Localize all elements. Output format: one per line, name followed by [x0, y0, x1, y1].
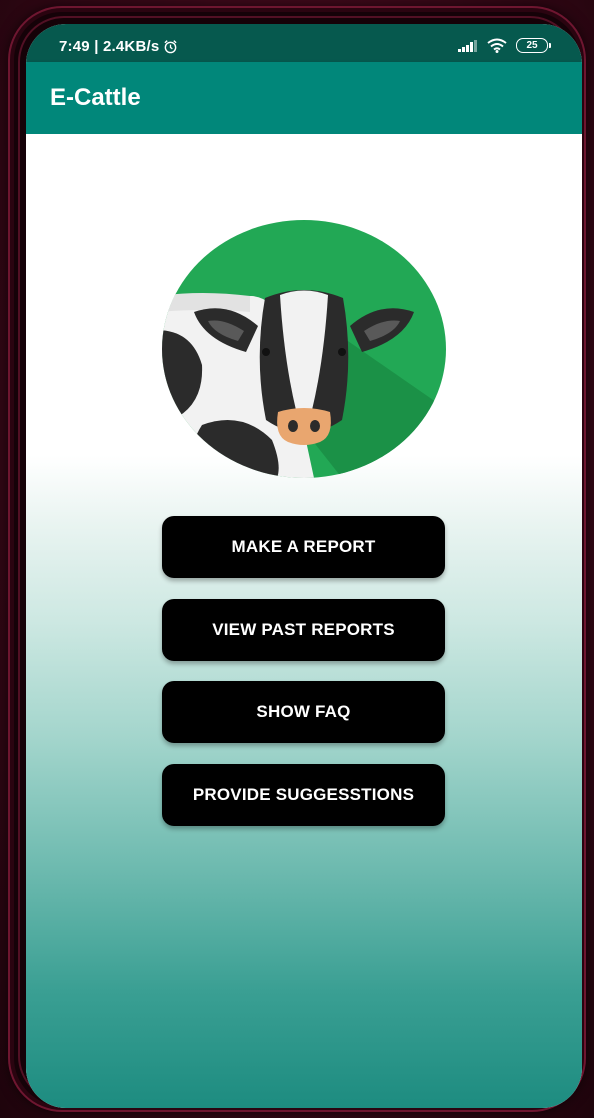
battery-level: 25 — [526, 40, 538, 51]
status-bar: 7:49 | 2.4KB/s 25 — [26, 24, 582, 62]
battery-icon: 25 — [516, 38, 551, 53]
cow-logo-icon — [162, 220, 446, 478]
view-past-reports-button[interactable]: VIEW PAST REPORTS — [162, 599, 445, 661]
app-title: E-Cattle — [50, 84, 141, 111]
show-faq-button[interactable]: SHOW FAQ — [162, 681, 445, 743]
app-bar: E-Cattle — [26, 62, 582, 134]
main-content: MAKE A REPORT VIEW PAST REPORTS SHOW FAQ… — [26, 134, 582, 1108]
phone-screen: 7:49 | 2.4KB/s 25 E-Cattle MAKE A REPORT… — [26, 24, 582, 1108]
status-time-speed: 7:49 | 2.4KB/s — [59, 38, 160, 55]
status-right: 25 — [458, 38, 551, 53]
signal-icon — [458, 39, 478, 52]
alarm-icon — [163, 39, 178, 54]
wifi-icon — [487, 38, 507, 53]
make-report-button[interactable]: MAKE A REPORT — [162, 516, 445, 578]
provide-suggestions-button[interactable]: PROVIDE SUGGESSTIONS — [162, 764, 445, 826]
status-left: 7:49 | 2.4KB/s — [59, 38, 178, 55]
